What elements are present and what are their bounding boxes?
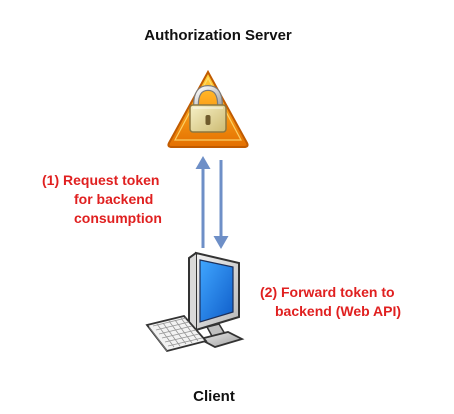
client-label: Client (193, 388, 235, 405)
request-up-arrowhead (195, 156, 211, 169)
authorization-flow-diagram: Authorization Server (1) Request token f… (0, 0, 454, 414)
request-token-note-line-3: consumption (74, 210, 162, 226)
request-token-note: (1) Request token for backend consumptio… (42, 171, 162, 228)
warning-lock-icon (165, 68, 251, 150)
token-exchange-arrows (187, 154, 235, 254)
forward-token-note-line-1: (2) Forward token to (260, 284, 395, 300)
forward-down-arrowhead (213, 236, 229, 249)
request-token-note-line-2: for backend (74, 191, 154, 207)
authorization-server-label: Authorization Server (144, 27, 292, 44)
monitor-stand-base (197, 331, 245, 348)
request-token-note-line-1: (1) Request token (42, 172, 160, 188)
monitor-screen (199, 259, 234, 323)
forward-token-note: (2) Forward token to backend (Web API) (260, 283, 401, 321)
computer-icon (145, 250, 245, 366)
forward-token-note-line-2: backend (Web API) (275, 303, 402, 319)
lock-keyhole (205, 115, 211, 125)
monitor-side (188, 252, 197, 331)
